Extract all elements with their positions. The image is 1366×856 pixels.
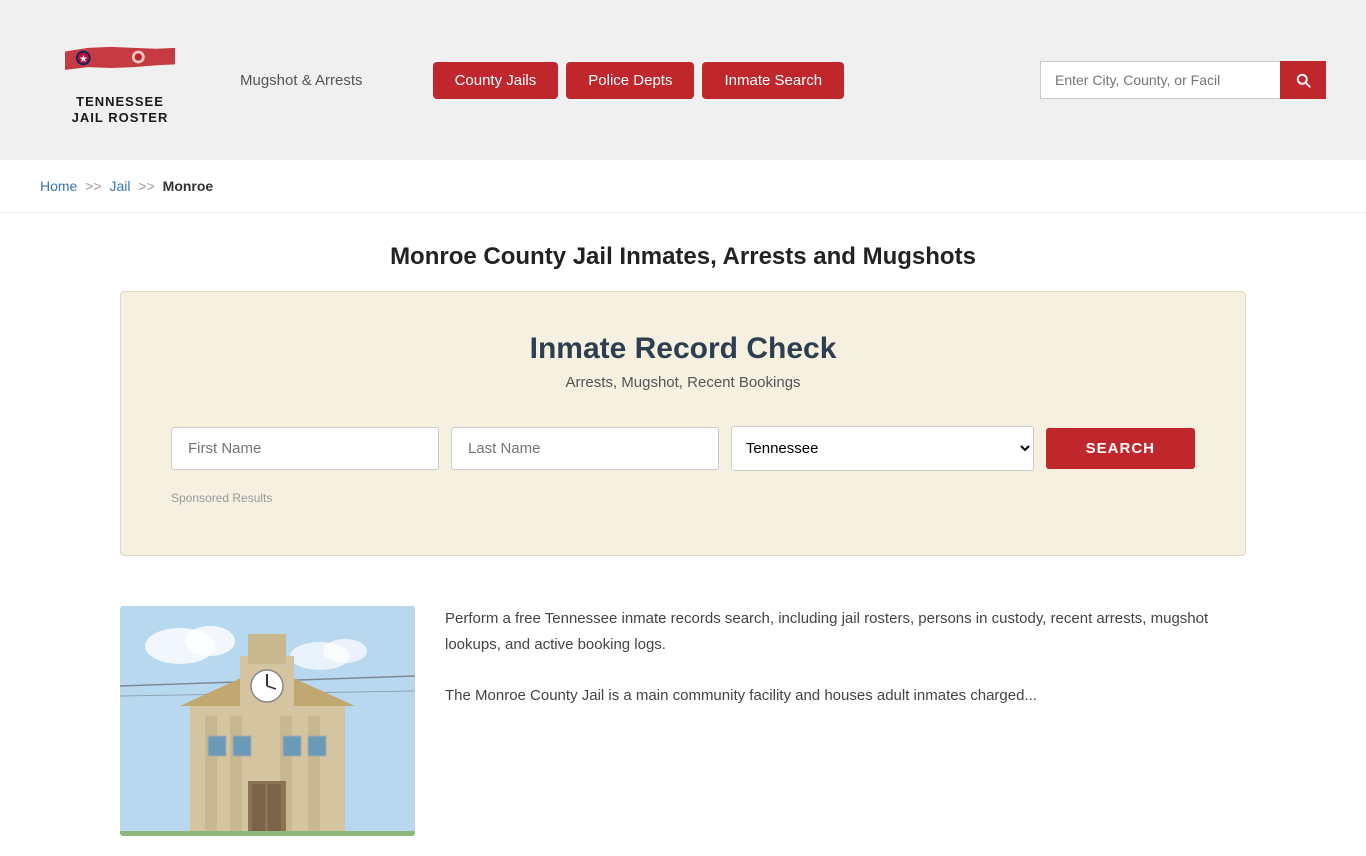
breadcrumb-home[interactable]: Home — [40, 178, 77, 194]
police-depts-button[interactable]: Police Depts — [566, 62, 694, 99]
mugshot-arrests-link[interactable]: Mugshot & Arrests — [240, 72, 363, 89]
logo-text: TENNESSEE JAIL ROSTER — [72, 94, 169, 125]
first-name-input[interactable] — [171, 427, 439, 470]
logo-icon: ★ — [55, 35, 185, 90]
county-jails-button[interactable]: County Jails — [433, 62, 559, 99]
main-nav: County Jails Police Depts Inmate Search — [433, 62, 844, 99]
content-section: Perform a free Tennessee inmate records … — [0, 586, 1366, 856]
search-icon — [1294, 71, 1312, 89]
breadcrumb-current: Monroe — [163, 178, 214, 194]
state-select[interactable]: AlabamaAlaskaArizonaArkansasCaliforniaCo… — [731, 426, 1034, 471]
content-paragraph-2: The Monroe County Jail is a main communi… — [445, 683, 1246, 709]
header-search-area — [1040, 61, 1326, 99]
page-title: Monroe County Jail Inmates, Arrests and … — [0, 213, 1366, 291]
record-check-subtitle: Arrests, Mugshot, Recent Bookings — [171, 374, 1195, 391]
header-search-input[interactable] — [1040, 61, 1280, 99]
breadcrumb-jail[interactable]: Jail — [110, 178, 131, 194]
breadcrumb-sep-1: >> — [85, 178, 101, 194]
record-search-button[interactable]: SEARCH — [1046, 428, 1195, 469]
content-text: Perform a free Tennessee inmate records … — [445, 606, 1246, 836]
header-search-button[interactable] — [1280, 61, 1326, 99]
record-check-section: Inmate Record Check Arrests, Mugshot, Re… — [120, 291, 1246, 556]
content-paragraph-1: Perform a free Tennessee inmate records … — [445, 606, 1246, 657]
last-name-input[interactable] — [451, 427, 719, 470]
jail-image — [120, 606, 415, 836]
record-check-title: Inmate Record Check — [171, 332, 1195, 366]
building-illustration — [120, 606, 415, 836]
site-logo[interactable]: ★ TENNESSEE JAIL ROSTER — [40, 35, 200, 125]
sponsored-label: Sponsored Results — [171, 491, 1195, 505]
breadcrumb-sep-2: >> — [138, 178, 154, 194]
header: ★ TENNESSEE JAIL ROSTER Mugshot & Arrest… — [0, 0, 1366, 160]
inmate-search-button[interactable]: Inmate Search — [702, 62, 844, 99]
svg-text:★: ★ — [79, 54, 88, 63]
breadcrumb: Home >> Jail >> Monroe — [0, 160, 1366, 213]
record-search-row: AlabamaAlaskaArizonaArkansasCaliforniaCo… — [171, 426, 1195, 471]
